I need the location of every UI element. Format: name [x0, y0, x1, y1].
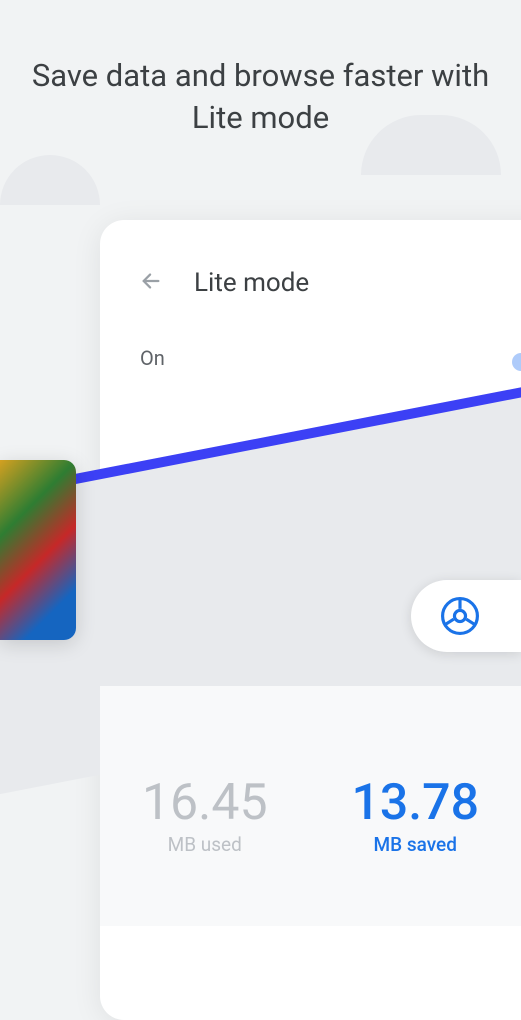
- stat-saved-value: 13.78: [351, 776, 479, 831]
- toggle-row: On: [100, 328, 521, 388]
- chrome-app-pill[interactable]: [411, 580, 521, 652]
- stat-mb-used: 16.45 MB used: [142, 776, 268, 856]
- card-title: Lite mode: [194, 268, 309, 298]
- toggle-label: On: [140, 346, 165, 370]
- decorative-cloud-left: [0, 155, 100, 205]
- stat-mb-saved: 13.78 MB saved: [351, 776, 479, 856]
- data-stats: 16.45 MB used 13.78 MB saved: [100, 756, 521, 926]
- stat-saved-label: MB saved: [351, 833, 479, 856]
- page-headline: Save data and browse faster with Lite mo…: [0, 0, 521, 139]
- lite-mode-toggle[interactable]: [512, 349, 521, 367]
- decorative-image-card: [0, 460, 76, 640]
- chrome-icon: [441, 597, 479, 635]
- card-header: Lite mode: [100, 220, 521, 328]
- stat-used-label: MB used: [142, 833, 268, 856]
- back-arrow-icon[interactable]: [140, 270, 162, 296]
- stat-used-value: 16.45: [142, 776, 268, 831]
